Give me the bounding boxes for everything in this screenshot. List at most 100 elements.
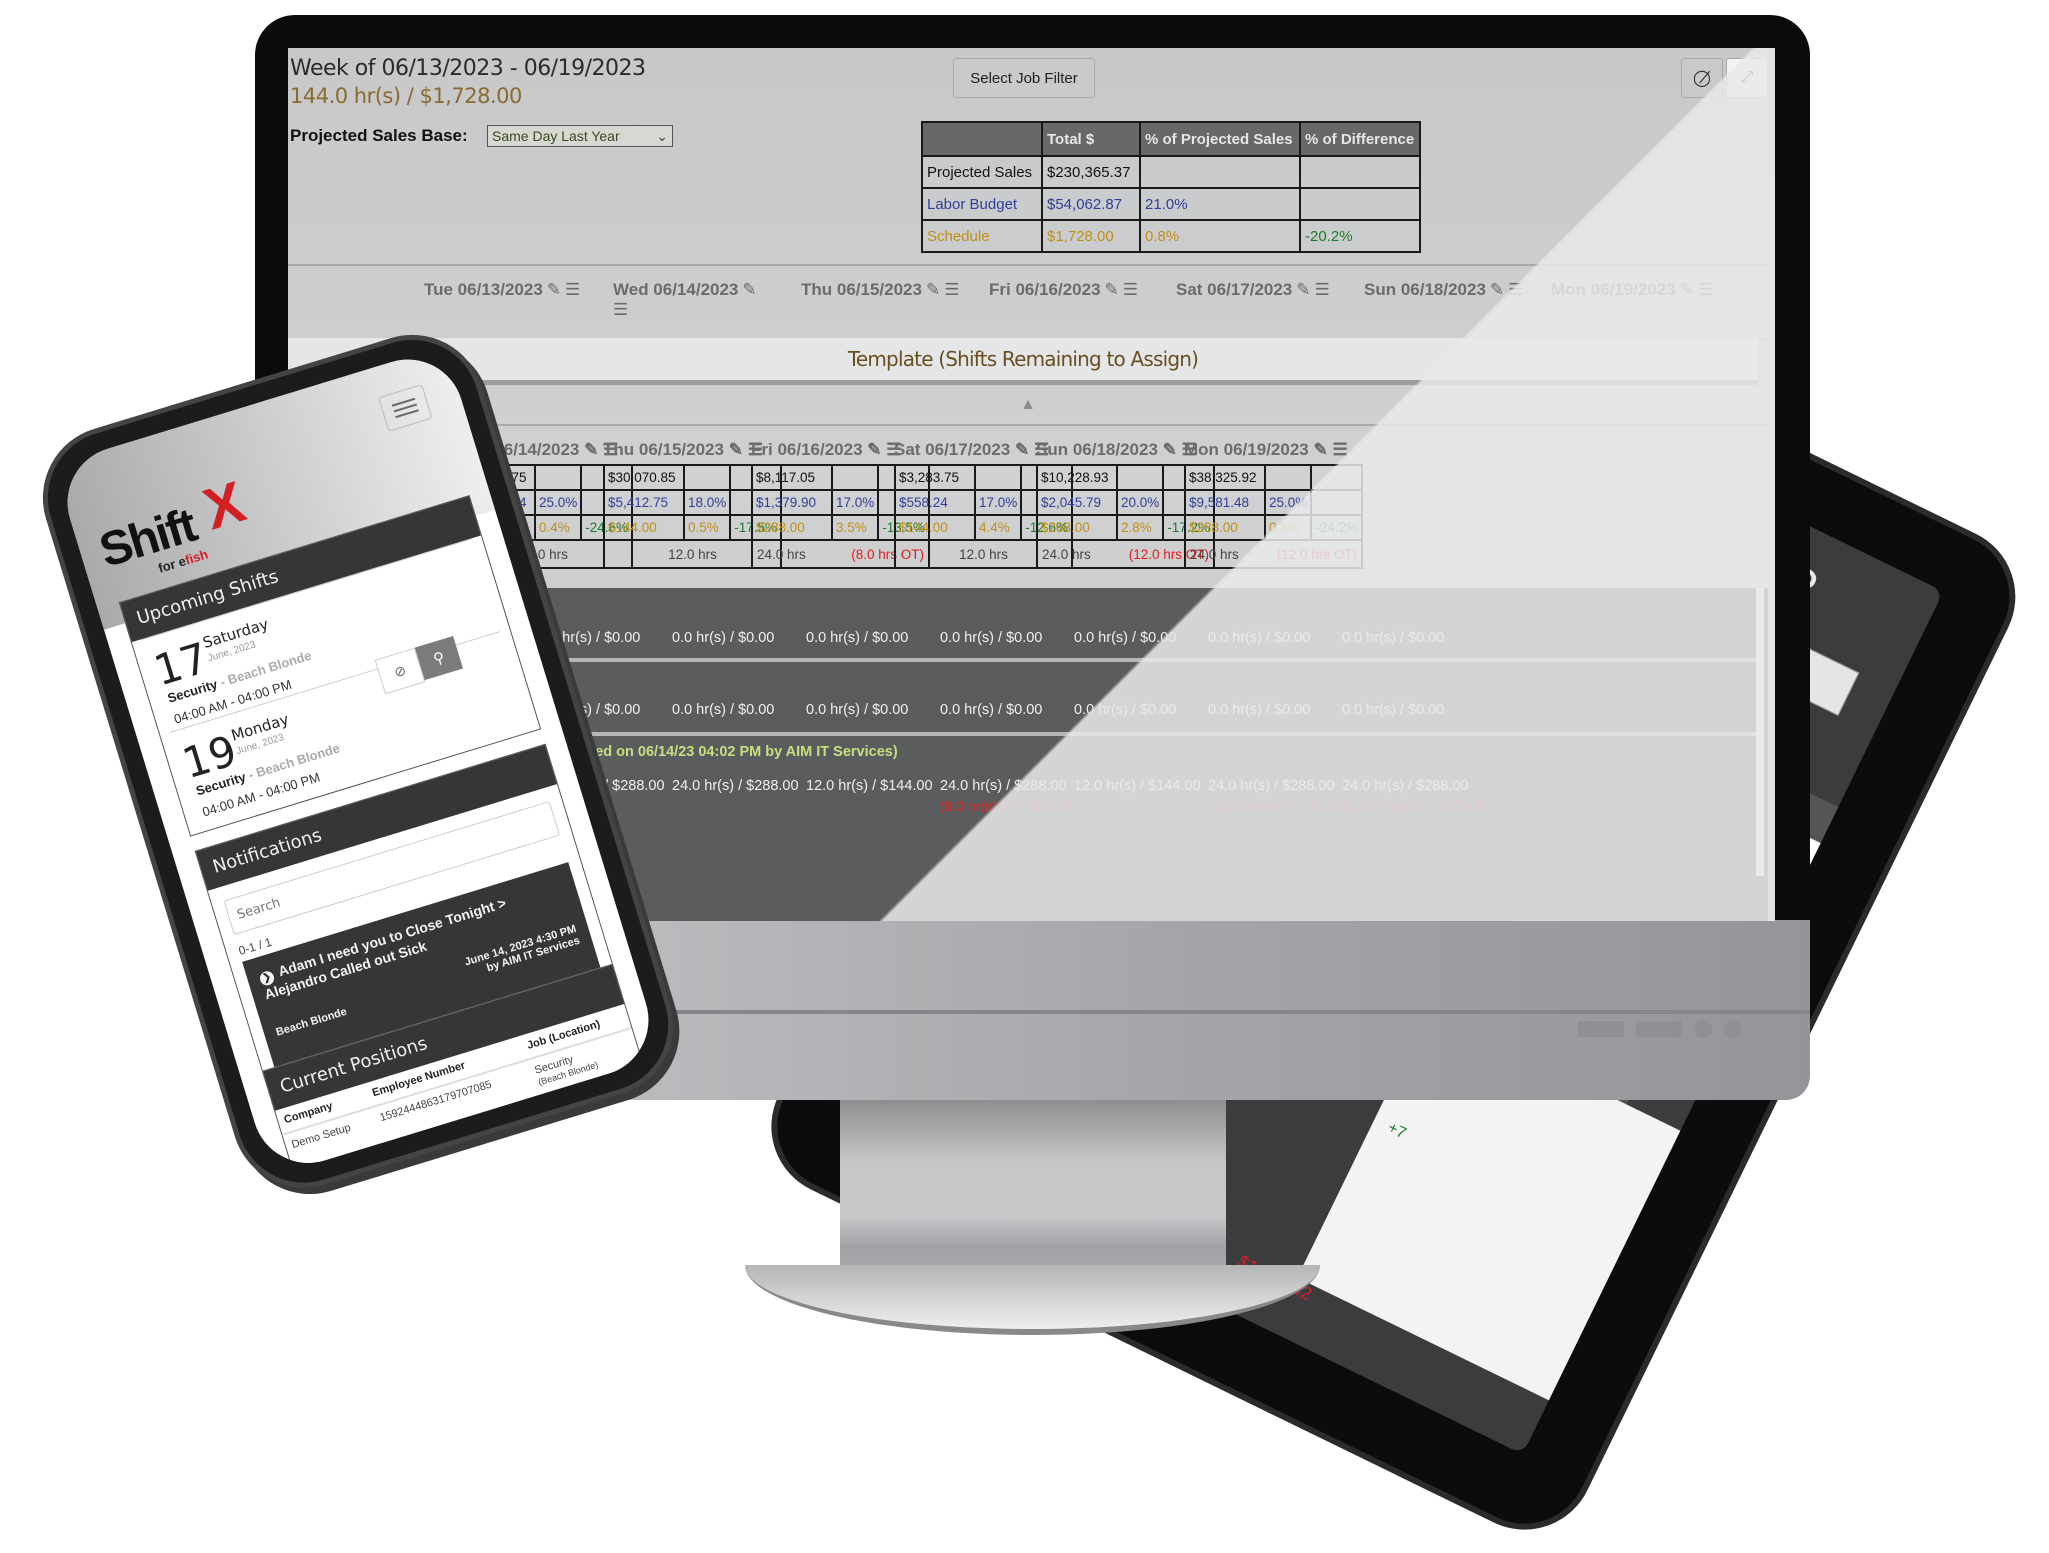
summary-total: $1,728.00 [1041,219,1141,253]
day-hours-value: 12.0 hrs [959,546,1008,562]
overtime-note: (8.0 hr(s) OT - $48.00 [940,798,1076,814]
day-total-cell[interactable]: 0.0 hr(s) / $0.00 [940,630,1042,646]
list-icon[interactable]: ☰ [1123,280,1138,299]
day-projected: $38,325.92 [1184,464,1266,491]
day-total-cell[interactable]: 12.0 hr(s) / $144.00 [806,778,933,794]
day-total-cell[interactable]: 24.0 hr(s) / $288.00 [672,778,799,794]
projected-sales-base-select[interactable]: Same Day Last Year ⌄ [487,125,673,147]
day-header-label: Thu 06/15/2023 [801,280,922,299]
edit-icon[interactable]: ✎ [584,440,598,459]
day-hours: 24.0 hrs (12.0 hrs OT) [1184,541,1363,569]
template-day-header: Sat 06/17/2023 ✎ ☰ [1176,280,1330,300]
edit-icon[interactable]: ✎ [742,280,756,299]
day-total-cell[interactable]: 0.0 hr(s) / $0.00 [672,630,774,646]
template-day-header: Thu 06/15/2023 ✎ ☰ [801,280,959,300]
day-budget-pct: 17.0% [973,489,1023,516]
day-hours-value: 12.0 hrs [668,546,717,562]
day-total-cell[interactable]: 0.0 hr(s) / $0.00 [806,702,908,718]
select-job-filter-button[interactable]: Select Job Filter [953,58,1095,98]
summary-table: Total $ % of Projected Sales % of Differ… [921,121,1421,253]
list-icon[interactable]: ☰ [613,300,628,319]
fullscreen-button[interactable]: ⤢ [1726,58,1768,98]
day-budget-pct: 18.0% [682,489,732,516]
day-total-cell[interactable]: 24.0 hr(s) / $288.00 [1342,778,1469,794]
day-sched: $288.00 [1036,514,1118,541]
day-card-date: Thu 06/15/2023 [603,440,724,459]
day-budget-pct: 17.0% [830,489,880,516]
summary-row-labor-budget: Labor Budget $54,062.87 21.0% [921,187,1421,221]
day-sched: $288.00 [751,514,833,541]
notification-meta: June 14, 2023 4:30 PM by AIM IT Services [463,923,581,980]
day-card-date: Fri 06/16/2023 [751,440,863,459]
scrollbar[interactable] [1756,588,1764,876]
day-total-cell[interactable]: 0.0 hr(s) / $0.00 [1074,702,1176,718]
day-budget: $2,045.79 [1036,489,1118,516]
summary-header-blank [921,121,1043,157]
template-day-header: Fri 06/16/2023 ✎ ☰ [989,280,1138,300]
day-total-cell[interactable]: 0.0 hr(s) / $0.00 [806,630,908,646]
edit-icon[interactable]: ✎ [729,440,743,459]
summary-total: $230,365.37 [1041,155,1141,189]
day-total-cell[interactable]: 24.0 hr(s) / $288.00 [1208,778,1335,794]
edit-icon[interactable]: ✎ [1680,280,1694,299]
edit-icon[interactable]: ✎ [926,280,940,299]
toggle-visibility-button[interactable]: ◯̸ [1681,58,1723,98]
list-icon[interactable]: ☰ [1508,280,1523,299]
list-icon[interactable]: ☰ [1332,440,1347,459]
button-icon [1694,1020,1712,1038]
day-total-cell[interactable]: 0.0 hr(s) / $0.00 [1342,702,1444,718]
list-icon[interactable]: ☰ [1315,280,1330,299]
day-sched-pct: 3.5% [830,514,880,541]
day-budget: $1,379.90 [751,489,833,516]
template-day-header: Mon 06/19/2023 ✎ ☰ [1551,280,1713,300]
day-total-cell[interactable]: 12.0 hr(s) / $144.00 [1074,778,1201,794]
day-total-cell[interactable]: 0.0 hr(s) / $0.00 [1208,630,1310,646]
summary-diff [1299,187,1421,221]
day-hours-value: 24.0 hrs [757,546,806,562]
day-total-cell[interactable]: 24.0 hr(s) / $288.00 [940,778,1067,794]
template-shifts-bar[interactable]: Template (Shifts Remaining to Assign) [288,338,1758,385]
list-icon[interactable]: ☰ [1698,280,1713,299]
day-hours-value: 24.0 hrs [1042,546,1091,562]
day-sched-pct: 0.8% [1263,514,1313,541]
chin-ports [1578,1020,1742,1038]
day-header-label: Sat 06/17/2023 [1176,280,1293,299]
day-projected: $3,283.75 [894,464,976,491]
day-card-date: Mon 06/19/2023 [1184,440,1309,459]
day-ot: (12.0 hrs OT) [1276,546,1357,562]
edit-icon[interactable]: ✎ [1105,280,1119,299]
day-empty [1310,489,1363,516]
edit-icon[interactable]: ✎ [1015,440,1029,459]
day-header-label: Mon 06/19/2023 [1551,280,1676,299]
collapse-toggle[interactable]: ▲ [288,386,1768,426]
list-icon[interactable]: ☰ [944,280,959,299]
list-icon[interactable]: ☰ [565,280,580,299]
day-sched: $144.00 [603,514,685,541]
notification-location: Beach Blonde [274,1005,349,1039]
day-total-cell[interactable]: 0.0 hr(s) / $0.00 [1342,630,1444,646]
day-empty [1263,464,1313,491]
day-header-label: Wed 06/14/2023 [613,280,739,299]
edit-icon[interactable]: ✎ [547,280,561,299]
day-card-date: Sat 06/17/2023 [894,440,1011,459]
day-header-label: Tue 06/13/2023 [424,280,543,299]
ban-icon: ⊘ [391,661,408,680]
day-sched-pct: 2.8% [1115,514,1165,541]
day-total-cell[interactable]: 0.0 hr(s) / $0.00 [672,702,774,718]
day-total-cell[interactable]: 0.0 hr(s) / $0.00 [1074,630,1176,646]
summary-diff [1299,155,1421,189]
day-total-cell[interactable]: 0.0 hr(s) / $0.00 [940,702,1042,718]
search-icon: ⚲ [431,648,447,669]
summary-header-total: Total $ [1041,121,1141,157]
summary-row-projected: Projected Sales $230,365.37 [921,155,1421,189]
edit-icon[interactable]: ✎ [1313,440,1327,459]
edit-icon[interactable]: ✎ [867,440,881,459]
summary-pct: 0.8% [1139,219,1301,253]
summary-total: $54,062.87 [1041,187,1141,221]
day-total-cell[interactable]: 0.0 hr(s) / $0.00 [1208,702,1310,718]
edit-icon[interactable]: ✎ [1163,440,1177,459]
edit-icon[interactable]: ✎ [1296,280,1310,299]
day-empty [973,464,1023,491]
template-day-header: Sun 06/18/2023 ✎ ☰ [1364,280,1523,300]
edit-icon[interactable]: ✎ [1490,280,1504,299]
